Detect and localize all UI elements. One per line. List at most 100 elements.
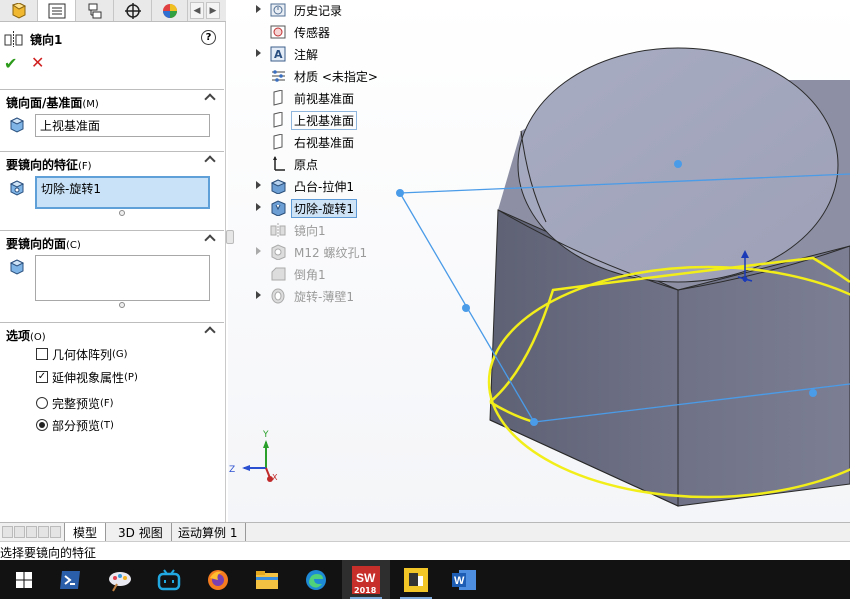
solidworks-version-badge: 2018 [354, 586, 377, 595]
option-accel: (P) [124, 371, 138, 383]
file-explorer-icon [256, 570, 278, 589]
status-bar: 选择要镜向的特征 [0, 541, 850, 560]
group-accel: (M) [82, 99, 99, 110]
expand-icon[interactable] [256, 247, 261, 255]
option-accel: (T) [100, 419, 114, 431]
option-label: 延伸视象属性 [52, 370, 125, 385]
expand-icon[interactable] [256, 49, 261, 57]
paint-icon [109, 571, 131, 591]
radio-button-selected[interactable] [36, 419, 48, 431]
start-icon [16, 571, 32, 588]
first-tab-icon[interactable] [2, 526, 13, 538]
collapse-chevron-icon[interactable] [204, 234, 216, 246]
feature-manager-tab[interactable] [0, 0, 38, 21]
group-title: 镜向面/基准面 [6, 96, 83, 110]
powershell-icon [60, 570, 80, 589]
collapse-chevron-icon[interactable] [204, 155, 216, 167]
tab-motion-study[interactable]: 运动算例 1 [170, 523, 247, 541]
display-manager-tab[interactable] [152, 0, 188, 21]
mirror-plane-selection-box[interactable]: 上视基准面 [35, 114, 210, 137]
features-selection-box[interactable]: 切除-旋转1 [35, 176, 210, 209]
configuration-manager-tab[interactable] [76, 0, 114, 21]
geometry-pattern-checkbox[interactable]: 几何体阵列 (G) [36, 346, 128, 362]
expand-icon[interactable] [256, 203, 261, 211]
group-title: 选项 [6, 329, 31, 343]
option-accel: (G) [112, 348, 128, 360]
revolve-thin-icon [271, 288, 285, 304]
firefox-icon [208, 569, 228, 590]
option-accel: (F) [100, 397, 114, 409]
sensor-icon [270, 25, 286, 39]
taskbar-firefox[interactable] [194, 560, 242, 599]
plane-face-icon [9, 117, 25, 133]
origin-icon [273, 156, 285, 171]
edge-icon [306, 569, 326, 590]
taskbar-edrawings[interactable] [392, 560, 440, 599]
group-accel: (O) [30, 332, 46, 343]
collapse-chevron-icon[interactable] [204, 93, 216, 105]
tab-list-icon[interactable] [50, 526, 61, 538]
group-features-header[interactable]: 要镜向的特征(F) [0, 151, 224, 173]
tab-scroll-right-icon[interactable]: ▶ [206, 2, 220, 19]
plane-icon [273, 112, 283, 128]
pm-title: 镜向1 [30, 32, 63, 47]
features-cube-icon [9, 180, 25, 196]
svg-text:W: W [454, 575, 465, 587]
radio-button[interactable] [36, 397, 48, 409]
triad-y-label: Y [262, 430, 269, 440]
triad-x-label: X [272, 473, 278, 482]
plane-icon [273, 134, 283, 150]
propagate-visual-checkbox[interactable]: ✓ 延伸视象属性 (P) [36, 369, 138, 385]
cancel-button[interactable]: ✕ [31, 55, 44, 71]
expand-icon[interactable] [256, 291, 261, 299]
ok-button[interactable]: ✔ [4, 56, 17, 72]
expand-icon[interactable] [256, 181, 261, 189]
group-faces-header[interactable]: 要镜向的面(C) [0, 230, 224, 252]
solidworks-window: Y Z X 历史记录 传感器 A 注解 材质 <未指定> 前视基准面 上视基准面… [0, 0, 850, 599]
collapse-chevron-icon[interactable] [204, 326, 216, 338]
panel-splitter-handle[interactable] [226, 230, 234, 244]
tab-3d-view[interactable]: 3D 视图 [110, 523, 172, 541]
resize-handle-icon[interactable] [119, 302, 125, 308]
taskbar-file-explorer[interactable] [243, 560, 291, 599]
windows-taskbar: SW 2018 W [0, 560, 850, 599]
start-button[interactable] [0, 560, 48, 599]
feature-manager-icon [11, 2, 26, 19]
last-tab-icon[interactable] [38, 526, 49, 538]
expand-icon[interactable] [256, 5, 261, 13]
taskbar-powershell[interactable] [46, 560, 94, 599]
mirror-icon [270, 223, 286, 237]
edrawings-icon [404, 567, 428, 592]
chamfer-icon [271, 267, 286, 281]
full-preview-radio[interactable]: 完整预览 (F) [36, 395, 114, 411]
faces-selection-box[interactable] [35, 255, 210, 301]
face-cube-icon [9, 259, 25, 275]
property-manager-tab[interactable] [38, 0, 76, 21]
taskbar-word[interactable]: W [440, 560, 488, 599]
group-mirror-face-header[interactable]: 镜向面/基准面(M) [0, 89, 224, 111]
tab-model[interactable]: 模型 [64, 523, 107, 541]
bilibili-icon [157, 568, 181, 590]
resize-handle-icon[interactable] [119, 210, 125, 216]
group-options-header[interactable]: 选项(O) [0, 322, 224, 344]
help-icon[interactable]: ? [201, 30, 216, 45]
pm-header: 镜向1 ? [4, 30, 218, 48]
partial-preview-radio[interactable]: 部分预览 (T) [36, 417, 114, 433]
mirror-feature-icon [4, 31, 23, 47]
group-title: 要镜向的面 [6, 237, 67, 251]
svg-text:A: A [274, 48, 283, 61]
taskbar-solidworks[interactable]: SW 2018 [342, 560, 390, 599]
triad-z-label: Z [229, 465, 235, 475]
next-tab-icon[interactable] [26, 526, 37, 538]
checkbox[interactable] [36, 348, 48, 360]
history-icon [270, 3, 286, 17]
dimxpert-tab[interactable] [114, 0, 152, 21]
tab-scroll-left-icon[interactable]: ◀ [190, 2, 204, 19]
taskbar-paint[interactable] [96, 560, 144, 599]
hole-icon [271, 244, 286, 260]
taskbar-bilibili[interactable] [145, 560, 193, 599]
taskbar-edge[interactable] [292, 560, 340, 599]
word-icon: W [452, 569, 476, 590]
prev-tab-icon[interactable] [14, 526, 25, 538]
checkbox-checked[interactable]: ✓ [36, 371, 48, 383]
